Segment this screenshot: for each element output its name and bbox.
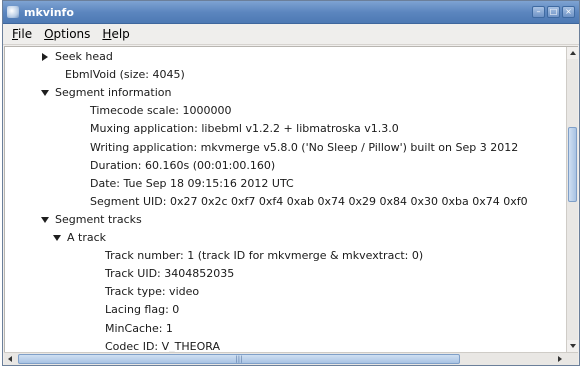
- window-controls: – □ ×: [532, 6, 575, 18]
- mkvinfo-window: mkvinfo – □ × File Options Help Seek hea…: [2, 0, 580, 366]
- tree-row-label: MinCache: 1: [105, 321, 173, 335]
- mkvinfo-app-icon[interactable]: [7, 6, 19, 18]
- scroll-right-button[interactable]: [554, 353, 566, 365]
- menu-options[interactable]: Options: [38, 27, 96, 41]
- horizontal-scrollbar[interactable]: |||: [4, 352, 578, 365]
- window-title: mkvinfo: [24, 5, 74, 19]
- triangle-right-icon: [42, 53, 48, 61]
- close-icon: ×: [565, 7, 572, 16]
- minimize-button[interactable]: –: [532, 6, 545, 18]
- menu-help-label: elp: [111, 27, 130, 41]
- expander-expanded-icon[interactable]: [51, 229, 63, 247]
- tree-row-label: Track type: video: [105, 285, 200, 299]
- scroll-down-icon: [569, 344, 576, 348]
- element-tree[interactable]: Seek head EbmlVoid (size: 4045) Segment in…: [4, 46, 578, 352]
- tree-row-label: Track UID: 3404852035: [105, 267, 235, 281]
- scroll-left-icon: [8, 356, 12, 362]
- menu-file-label: ile: [18, 27, 33, 41]
- tree-row-label: Writing application: mkvmerge v5.8.0 ('N…: [90, 140, 519, 154]
- tree-row-label: Track number: 1 (track ID for mkvmerge &…: [105, 249, 424, 263]
- tree-row-label: Timecode scale: 1000000: [90, 104, 232, 118]
- tree-row-label: A track: [67, 231, 107, 244]
- tree-row-label: Duration: 60.160s (00:01:00.160): [90, 158, 276, 172]
- horizontal-scroll-thumb[interactable]: |||: [18, 354, 460, 364]
- minimize-icon: –: [536, 7, 541, 16]
- expander-collapsed-icon[interactable]: [39, 48, 51, 66]
- maximize-button[interactable]: □: [547, 6, 560, 18]
- tree-row-label: Segment tracks: [55, 212, 142, 226]
- thumb-grip-icon: |||: [235, 355, 243, 363]
- expander-expanded-icon[interactable]: [39, 84, 51, 102]
- tree-row-label: Seek head: [55, 50, 113, 63]
- tree-row-label: Lacing flag: 0: [105, 303, 180, 317]
- tree-row-label: Segment UID: 0x27 0x2c 0xf7 0xf4 0xab 0x…: [90, 194, 528, 208]
- tree-row-label: Muxing application: libebml v1.2.2 + lib…: [90, 122, 399, 136]
- scroll-left-button[interactable]: [4, 353, 16, 365]
- tree-row-label: Segment information: [55, 86, 172, 100]
- vertical-scroll-thumb[interactable]: [568, 127, 577, 202]
- menu-options-label: ptions: [53, 27, 91, 41]
- triangle-down-icon: [41, 90, 49, 97]
- menu-file[interactable]: File: [6, 27, 38, 41]
- title-bar[interactable]: mkvinfo – □ ×: [3, 1, 579, 24]
- tree-row-label: EbmlVoid (size: 4045): [65, 68, 185, 82]
- expander-expanded-icon[interactable]: [39, 211, 51, 229]
- scroll-down-button[interactable]: [567, 340, 578, 352]
- vertical-scrollbar[interactable]: [566, 47, 578, 352]
- triangle-down-icon: [53, 235, 61, 241]
- scroll-up-icon: [569, 51, 576, 55]
- menu-options-mnemonic: O: [44, 27, 54, 41]
- menu-help[interactable]: Help: [96, 27, 135, 41]
- scroll-right-icon: [558, 356, 562, 362]
- scroll-up-button[interactable]: [567, 47, 578, 59]
- tree-row-label: Date: Tue Sep 18 09:15:16 2012 UTC: [90, 176, 294, 190]
- maximize-icon: □: [549, 7, 558, 16]
- triangle-down-icon: [41, 216, 49, 223]
- menu-bar: File Options Help: [3, 24, 579, 45]
- tree-content: Seek head EbmlVoid (size: 4045) Segment in…: [5, 47, 567, 352]
- close-button[interactable]: ×: [562, 6, 575, 18]
- tree-row-label: Codec ID: V_THEORA: [105, 339, 220, 352]
